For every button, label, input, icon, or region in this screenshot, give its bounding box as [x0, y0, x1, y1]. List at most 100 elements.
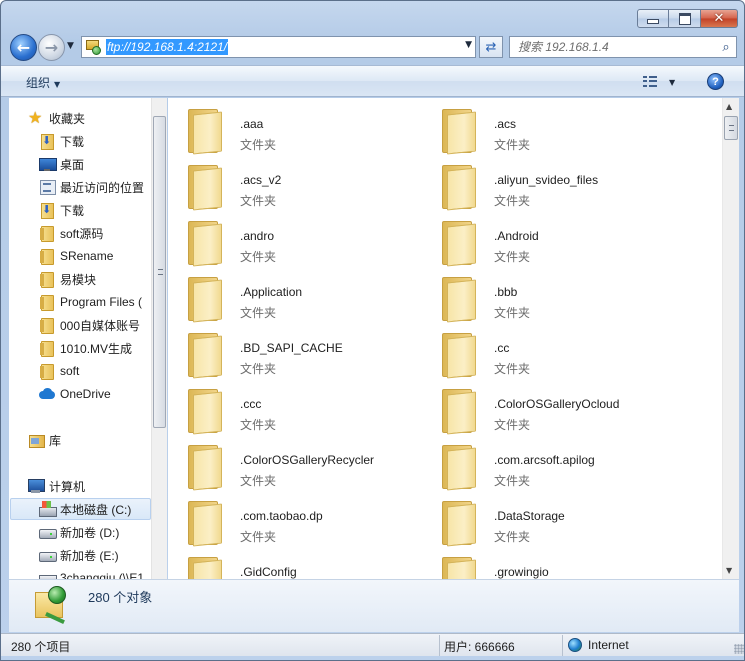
file-item[interactable]: .com.arcsoft.apilog 文件夹 — [422, 438, 672, 494]
folder-icon — [442, 277, 476, 323]
sidebar-item-drive-d[interactable]: 新加卷 (D:) — [39, 521, 119, 543]
content-scrollbar[interactable]: ▲ ▼ — [722, 98, 739, 579]
sidebar-item-label: 桌面 — [60, 157, 85, 172]
sidebar-item-recent-places[interactable]: 最近访问的位置 — [39, 176, 144, 198]
file-item[interactable]: .BD_SAPI_CACHE 文件夹 — [168, 326, 418, 382]
sidebar-item-media-accounts[interactable]: 000自媒体账号 — [39, 314, 140, 336]
sidebar-scrollbar[interactable] — [151, 98, 167, 579]
scroll-up-icon[interactable]: ▲ — [726, 102, 732, 111]
recent-pages-dropdown-icon[interactable]: ▼ — [67, 41, 74, 51]
resize-grip[interactable] — [734, 644, 744, 654]
file-item[interactable]: .aliyun_svideo_files 文件夹 — [422, 158, 672, 214]
file-item[interactable]: .Application 文件夹 — [168, 270, 418, 326]
status-bar: 280 个项目 用户: 666666 Internet — [1, 633, 744, 656]
ftp-site-icon — [31, 586, 71, 626]
sidebar-item-onedrive[interactable]: OneDrive — [39, 383, 111, 405]
sidebar-item-downloads-2[interactable]: 下载 — [39, 199, 84, 221]
minimize-icon[interactable] — [637, 9, 669, 28]
organize-label: 组织 — [26, 76, 51, 90]
address-text[interactable]: ftp://192.168.1.4:2121/ — [106, 39, 229, 55]
sidebar-item-computer[interactable]: 计算机 — [28, 475, 85, 497]
address-bar[interactable]: ftp://192.168.1.4:2121/ ▼ — [81, 36, 476, 58]
search-input[interactable] — [510, 38, 716, 56]
folder-icon — [39, 340, 55, 357]
sidebar-item-soft[interactable]: soft — [39, 360, 79, 382]
file-name: .andro — [240, 229, 275, 243]
view-dropdown-icon[interactable]: ▼ — [669, 78, 675, 87]
sidebar-item-srename[interactable]: SRename — [39, 245, 113, 267]
file-name: .com.taobao.dp — [240, 509, 323, 523]
sidebar-item-favorites[interactable]: 收藏夹 — [28, 107, 85, 129]
scroll-down-icon[interactable]: ▼ — [726, 566, 732, 575]
sidebar-item-label: 1010.MV生成 — [60, 341, 133, 356]
sidebar-item-label: 本地磁盘 (C:) — [60, 502, 132, 517]
file-item[interactable]: .ColorOSGalleryRecycler 文件夹 — [168, 438, 418, 494]
refresh-button[interactable]: ⇄ — [479, 36, 503, 58]
back-button[interactable]: ← — [10, 34, 37, 61]
file-item[interactable]: .GidConfig文件夹 — [168, 550, 418, 579]
change-view-button[interactable]: ▼ — [643, 73, 683, 91]
address-dropdown-icon[interactable]: ▼ — [465, 40, 472, 50]
navigation-pane: 收藏夹 下载 桌面 最近访问的位置 下载 soft源码 SRename 易模 — [9, 98, 167, 579]
file-item[interactable]: .acs 文件夹 — [422, 102, 672, 158]
file-item[interactable]: .acs_v2 文件夹 — [168, 158, 418, 214]
file-item[interactable]: .andro 文件夹 — [168, 214, 418, 270]
object-count: 280 个对象 — [88, 590, 153, 605]
sidebar-item-e-module[interactable]: 易模块 — [39, 268, 96, 290]
sidebar-item-libraries[interactable]: 库 — [28, 429, 61, 451]
sidebar-scroll-thumb[interactable] — [153, 116, 166, 428]
forward-arrow-icon: → — [44, 38, 59, 57]
window-controls — [637, 9, 738, 28]
file-type: 文件夹 — [240, 250, 277, 264]
sidebar-item-label: 3changqiu (\\E1 — [60, 571, 145, 579]
search-icon[interactable]: ⌕ — [716, 40, 736, 55]
sidebar-item-drive-e[interactable]: 新加卷 (E:) — [39, 544, 119, 566]
sidebar-item-label: 最近访问的位置 — [60, 180, 145, 195]
folder-icon — [442, 165, 476, 211]
folder-icon — [188, 389, 222, 435]
window-frame-bottom — [1, 656, 744, 660]
folder-icon — [188, 165, 222, 211]
file-item[interactable]: .cc 文件夹 — [422, 326, 672, 382]
sidebar-item-label: 库 — [49, 433, 62, 448]
star-icon — [28, 108, 44, 127]
file-name: .growingio — [494, 565, 549, 579]
search-box[interactable]: ⌕ — [509, 36, 737, 58]
file-item[interactable]: .growingio文件夹 — [422, 550, 672, 579]
help-button[interactable]: ? — [707, 73, 724, 90]
sidebar-item-label: SRename — [60, 249, 114, 263]
sidebar-item-network-drive[interactable]: 3changqiu (\\E1 — [39, 567, 144, 579]
file-name: .acs_v2 — [240, 173, 282, 187]
file-item[interactable]: .bbb 文件夹 — [422, 270, 672, 326]
sidebar-item-desktop[interactable]: 桌面 — [39, 153, 84, 175]
file-type: 文件夹 — [240, 362, 277, 376]
forward-button[interactable]: → — [38, 34, 65, 61]
file-item[interactable]: .ccc 文件夹 — [168, 382, 418, 438]
folder-icon — [39, 363, 55, 380]
content-scroll-thumb[interactable] — [724, 116, 738, 140]
sidebar-item-program-files[interactable]: Program Files ( — [39, 291, 142, 313]
folder-icon — [442, 389, 476, 435]
folder-icon — [39, 248, 55, 265]
file-item[interactable]: .com.taobao.dp 文件夹 — [168, 494, 418, 550]
file-name: .cc — [494, 341, 510, 355]
sidebar-item-drive-c[interactable]: 本地磁盘 (C:) — [10, 498, 151, 520]
sidebar-item-mv-generate[interactable]: 1010.MV生成 — [39, 337, 132, 359]
onedrive-icon — [39, 386, 55, 402]
file-item[interactable]: .ColorOSGalleryOcloud 文件夹 — [422, 382, 672, 438]
file-name: .ColorOSGalleryOcloud — [494, 397, 620, 411]
sidebar-item-soft-source[interactable]: soft源码 — [39, 222, 103, 244]
folder-icon — [39, 317, 55, 334]
file-item[interactable]: .DataStorage 文件夹 — [422, 494, 672, 550]
file-name: .GidConfig — [240, 565, 297, 579]
close-icon[interactable] — [701, 9, 738, 28]
maximize-icon[interactable] — [669, 9, 701, 28]
sidebar-item-label: soft源码 — [60, 226, 104, 241]
sidebar-item-downloads[interactable]: 下载 — [39, 130, 84, 152]
file-item[interactable]: .aaa 文件夹 — [168, 102, 418, 158]
file-type: 文件夹 — [240, 306, 277, 320]
file-item[interactable]: .Android 文件夹 — [422, 214, 672, 270]
sidebar-item-label: Program Files ( — [60, 295, 143, 309]
status-zone: Internet — [568, 638, 629, 652]
organize-button[interactable]: 组织 ▼ — [26, 74, 60, 91]
